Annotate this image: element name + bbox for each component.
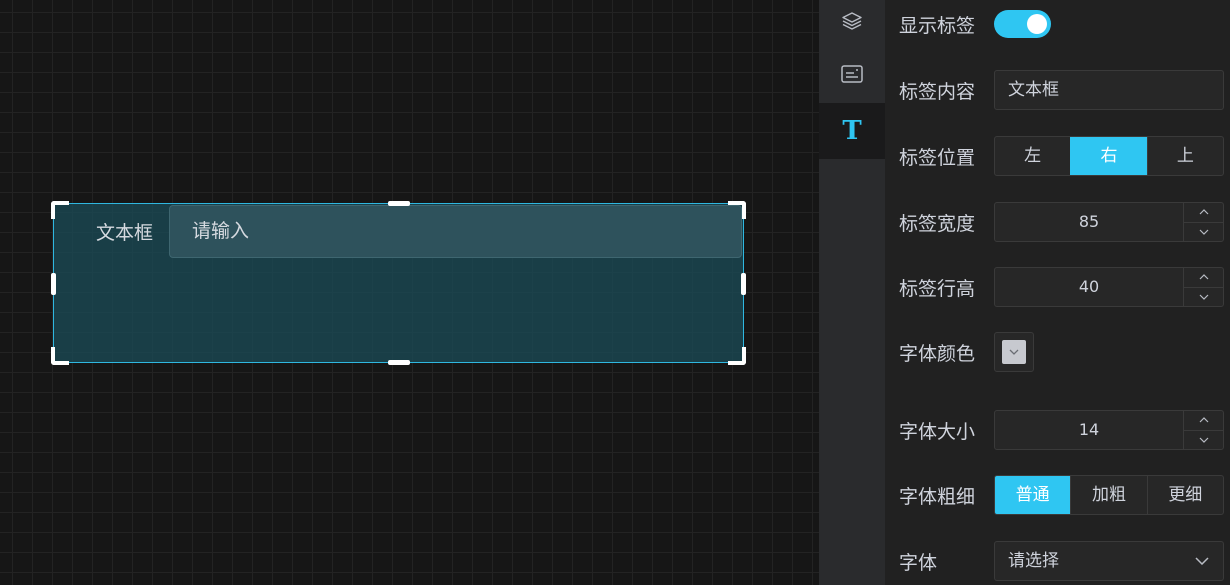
row-label-position: 标签位置 左 右 上	[899, 136, 1224, 176]
label-content-input[interactable]: 文本框	[994, 70, 1224, 110]
row-show-label: 显示标签	[899, 4, 1224, 44]
property-tab-bar: T	[819, 0, 885, 585]
chevron-down-icon	[1009, 349, 1019, 355]
chevron-up-icon	[1199, 209, 1208, 215]
resize-handle-bottom-left[interactable]	[51, 347, 69, 365]
toggle-knob	[1027, 14, 1047, 34]
chevron-down-icon	[1199, 229, 1208, 235]
selected-text-widget[interactable]: 文本框 请输入	[51, 201, 746, 365]
resize-handle-top[interactable]	[388, 201, 410, 206]
label-line-height-increment[interactable]	[1184, 268, 1223, 287]
card-icon	[841, 65, 863, 83]
font-weight-label: 字体粗细	[899, 485, 976, 508]
row-font-weight: 字体粗细 普通 加粗 更细	[899, 475, 1224, 515]
font-color-swatch	[1002, 340, 1026, 364]
row-label-content: 标签内容 文本框	[899, 70, 1224, 110]
weight-option-lighter[interactable]: 更细	[1146, 476, 1223, 514]
resize-handle-left[interactable]	[51, 273, 56, 295]
label-width-decrement[interactable]	[1184, 221, 1223, 242]
row-font-family: 字体 请选择	[899, 541, 1224, 581]
font-family-placeholder: 请选择	[1008, 551, 1059, 571]
resize-handle-top-left[interactable]	[51, 201, 69, 219]
resize-handle-bottom[interactable]	[388, 360, 410, 365]
resize-handle-bottom-right[interactable]	[728, 347, 746, 365]
position-option-top[interactable]: 上	[1146, 137, 1223, 175]
resize-handle-right[interactable]	[741, 273, 746, 295]
font-size-stepper: 14	[994, 410, 1224, 450]
properties-panel: 显示标签 标签内容 文本框 标签位置 左 右 上 标签宽度 85 标签行高 40…	[885, 0, 1230, 585]
font-color-picker[interactable]	[994, 332, 1034, 372]
weight-option-normal[interactable]: 普通	[995, 476, 1071, 514]
label-width-stepper: 85	[994, 202, 1224, 242]
widget-label: 文本框	[96, 222, 154, 244]
label-content-label: 标签内容	[899, 80, 976, 103]
font-family-label: 字体	[899, 551, 938, 574]
tab-text[interactable]: T	[819, 103, 885, 159]
row-label-line-height: 标签行高 40	[899, 267, 1224, 307]
label-line-height-label: 标签行高	[899, 277, 976, 300]
widget-text-input[interactable]: 请输入	[169, 205, 742, 258]
text-icon: T	[842, 116, 862, 146]
font-size-decrement[interactable]	[1184, 429, 1223, 450]
font-size-increment[interactable]	[1184, 411, 1223, 430]
layers-icon	[842, 12, 862, 30]
row-font-color: 字体颜色	[899, 332, 1224, 372]
chevron-up-icon	[1199, 274, 1208, 280]
label-position-label: 标签位置	[899, 146, 976, 169]
chevron-down-icon	[1199, 437, 1208, 443]
label-line-height-input[interactable]: 40	[995, 268, 1183, 306]
label-position-segmented: 左 右 上	[994, 136, 1224, 176]
position-option-right[interactable]: 右	[1070, 137, 1147, 175]
row-label-width: 标签宽度 85	[899, 202, 1224, 242]
weight-option-bold[interactable]: 加粗	[1070, 476, 1146, 514]
show-label-label: 显示标签	[899, 14, 976, 37]
font-weight-segmented: 普通 加粗 更细	[994, 475, 1224, 515]
design-canvas[interactable]: 文本框 请输入	[0, 0, 819, 585]
row-font-size: 字体大小 14	[899, 410, 1224, 450]
font-family-select[interactable]: 请选择	[994, 541, 1224, 581]
font-size-label: 字体大小	[899, 420, 976, 443]
tab-layers[interactable]	[819, 0, 885, 42]
resize-handle-top-right[interactable]	[728, 201, 746, 219]
chevron-up-icon	[1199, 417, 1208, 423]
tab-component[interactable]	[819, 46, 885, 102]
label-line-height-stepper: 40	[994, 267, 1224, 307]
font-color-label: 字体颜色	[899, 342, 976, 365]
label-width-label: 标签宽度	[899, 212, 976, 235]
chevron-down-icon	[1199, 294, 1208, 300]
show-label-toggle[interactable]	[994, 10, 1051, 38]
label-line-height-decrement[interactable]	[1184, 286, 1223, 307]
chevron-down-icon	[1195, 557, 1209, 565]
font-size-input[interactable]: 14	[995, 411, 1183, 449]
position-option-left[interactable]: 左	[995, 137, 1070, 175]
label-width-increment[interactable]	[1184, 203, 1223, 222]
label-width-input[interactable]: 85	[995, 203, 1183, 241]
